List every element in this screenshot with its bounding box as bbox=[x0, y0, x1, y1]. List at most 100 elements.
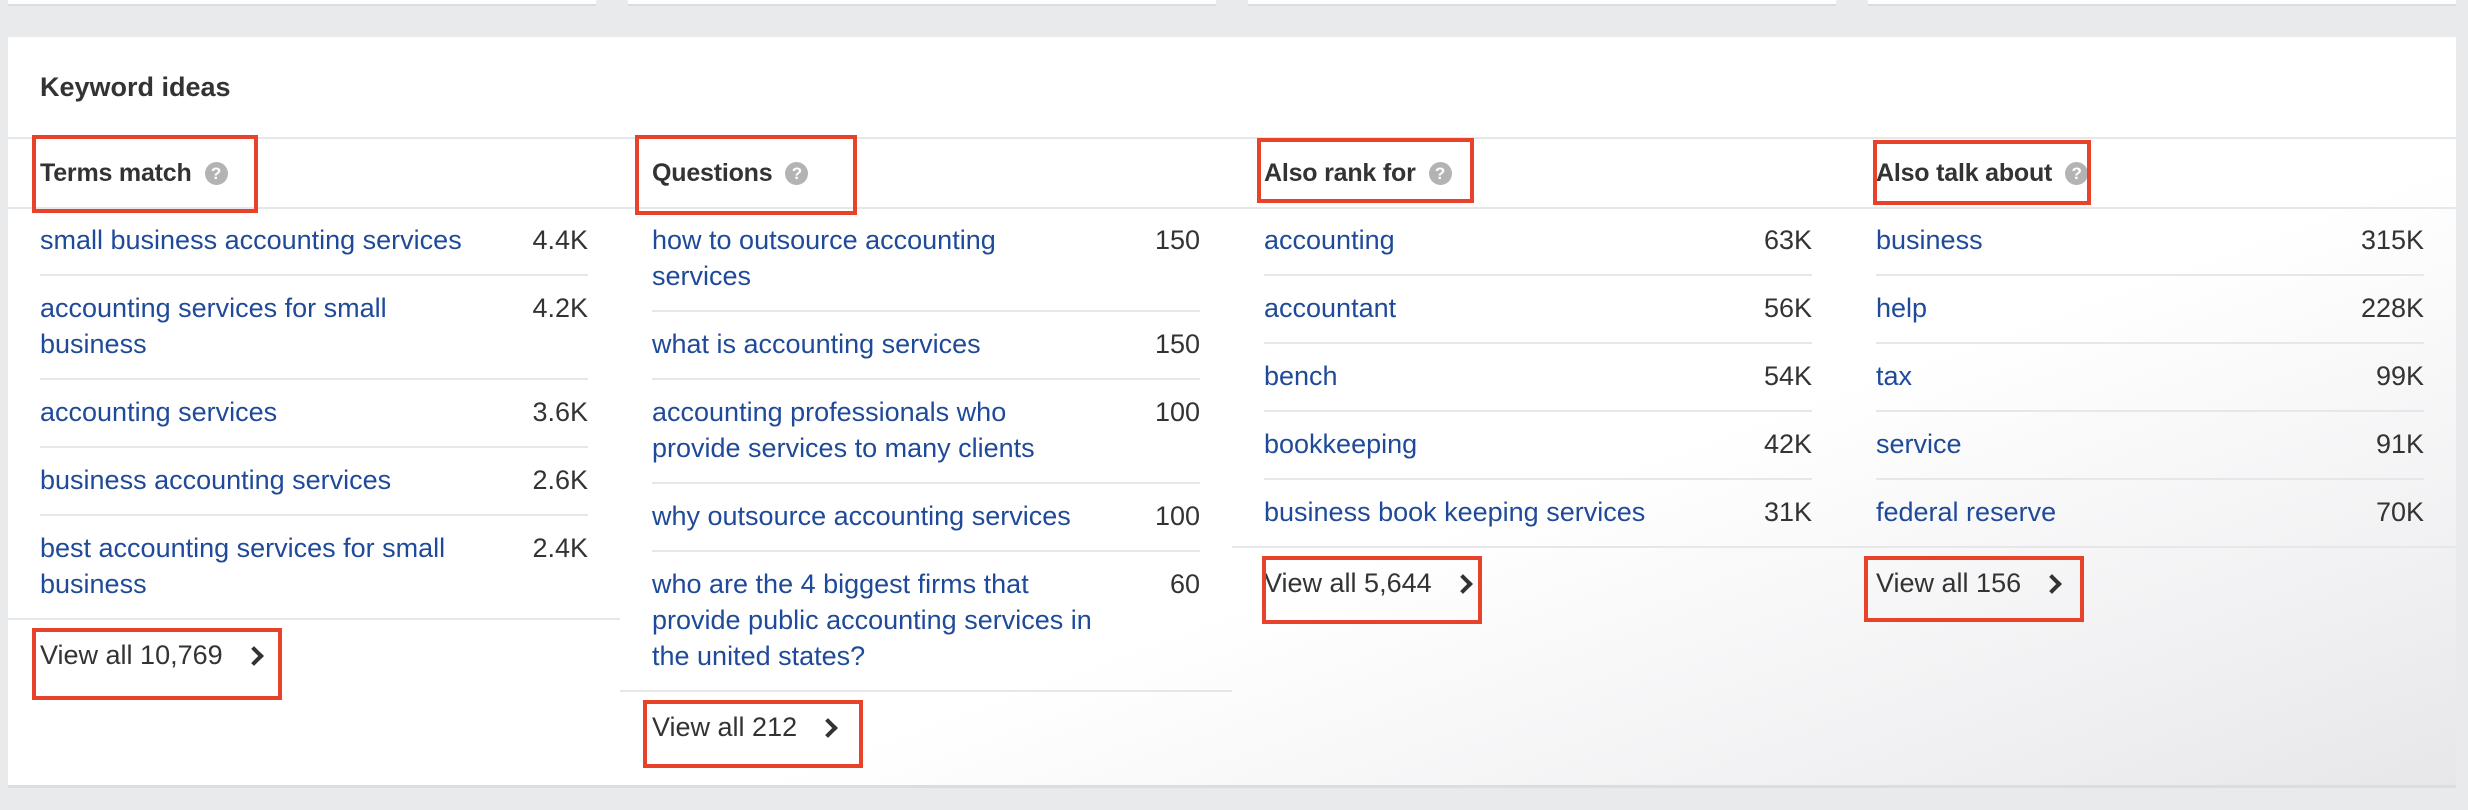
top-card-2 bbox=[628, 0, 1216, 6]
list-item: accounting 63K bbox=[1264, 208, 1812, 276]
keyword-link[interactable]: best accounting services for small busin… bbox=[40, 530, 490, 602]
list-item: tax 99K bbox=[1876, 344, 2424, 412]
volume: 91K bbox=[2375, 429, 2424, 459]
list-item: accounting services 3.6K bbox=[40, 380, 588, 448]
keyword-list: small business accounting services 4.4K a… bbox=[8, 208, 620, 618]
keyword-link[interactable]: accounting professionals who provide ser… bbox=[652, 394, 1092, 466]
volume: 100 bbox=[1154, 397, 1200, 427]
volume: 31K bbox=[1763, 497, 1812, 527]
help-icon[interactable]: ? bbox=[785, 161, 809, 185]
view-all-button[interactable]: View all 156 bbox=[1844, 556, 2084, 622]
column-header: Also rank for ? bbox=[1232, 138, 1844, 208]
volume: 2.6K bbox=[532, 465, 588, 495]
volume: 150 bbox=[1154, 329, 1200, 359]
list-item: bench 54K bbox=[1264, 344, 1812, 412]
column-header: Terms match ? bbox=[8, 135, 620, 213]
column-title[interactable]: Questions bbox=[652, 159, 773, 188]
volume: 228K bbox=[2360, 293, 2424, 323]
list-item: who are the 4 biggest firms that provide… bbox=[652, 552, 1200, 690]
keyword-link[interactable]: help bbox=[1876, 290, 1927, 326]
keyword-link[interactable]: small business accounting services bbox=[40, 222, 462, 258]
keyword-link[interactable]: business book keeping services bbox=[1264, 494, 1645, 530]
keyword-link[interactable]: bookkeeping bbox=[1264, 426, 1417, 462]
list-item: business 315K bbox=[1876, 208, 2424, 276]
volume: 60 bbox=[1169, 569, 1200, 599]
volume: 100 bbox=[1154, 501, 1200, 531]
view-all-button[interactable]: View all 10,769 bbox=[8, 628, 282, 700]
chevron-right-icon bbox=[1452, 573, 1473, 594]
column-header: Questions ? bbox=[620, 135, 1232, 215]
list-item: best accounting services for small busin… bbox=[40, 516, 588, 618]
chevron-right-icon bbox=[243, 645, 264, 666]
list-item: service 91K bbox=[1876, 412, 2424, 480]
help-icon[interactable]: ? bbox=[1428, 161, 1452, 185]
column-also-talk-about: Also talk about ? business 315K help 228K … bbox=[1844, 138, 2456, 786]
volume: 63K bbox=[1763, 225, 1812, 255]
volume: 4.4K bbox=[532, 225, 588, 255]
volume: 56K bbox=[1763, 293, 1812, 323]
chevron-right-icon bbox=[2042, 573, 2063, 594]
keyword-link[interactable]: why outsource accounting services bbox=[652, 498, 1071, 534]
view-all-button[interactable]: View all 212 bbox=[620, 700, 863, 768]
view-all-label: View all 212 bbox=[652, 712, 798, 742]
column-terms-match: Terms match ? small business accounting … bbox=[8, 135, 620, 786]
footer-divider bbox=[8, 618, 620, 620]
list-item: accounting professionals who provide ser… bbox=[652, 380, 1200, 484]
list-item: accounting services for small business 4.… bbox=[40, 276, 588, 380]
footer-divider bbox=[620, 690, 1232, 692]
volume: 3.6K bbox=[532, 397, 588, 427]
keyword-link[interactable]: service bbox=[1876, 426, 1962, 462]
keyword-link[interactable]: what is accounting services bbox=[652, 326, 981, 362]
list-item: accountant 56K bbox=[1264, 276, 1812, 344]
volume: 99K bbox=[2375, 361, 2424, 391]
volume: 315K bbox=[2360, 225, 2424, 255]
keyword-link[interactable]: accountant bbox=[1264, 290, 1396, 326]
keyword-list: accounting 63K accountant 56K bench 54K boo… bbox=[1232, 208, 1844, 546]
view-all-label: View all 156 bbox=[1876, 568, 2022, 598]
keyword-link[interactable]: who are the 4 biggest firms that provide… bbox=[652, 566, 1122, 674]
list-item: bookkeeping 42K bbox=[1264, 412, 1812, 480]
list-item: how to outsource accounting services 150 bbox=[652, 208, 1200, 312]
volume: 54K bbox=[1763, 361, 1812, 391]
panel-title: Keyword ideas bbox=[40, 72, 231, 102]
keyword-list: how to outsource accounting services 150 … bbox=[620, 208, 1232, 690]
volume: 4.2K bbox=[532, 293, 588, 323]
keyword-link[interactable]: tax bbox=[1876, 358, 1912, 394]
column-title[interactable]: Terms match bbox=[40, 159, 192, 188]
footer-divider bbox=[1844, 546, 2456, 548]
help-icon[interactable]: ? bbox=[204, 161, 228, 185]
volume: 70K bbox=[2375, 497, 2424, 527]
help-icon[interactable]: ? bbox=[2065, 161, 2089, 185]
keyword-link[interactable]: accounting services for small business bbox=[40, 290, 440, 362]
view-all-label: View all 10,769 bbox=[40, 640, 223, 670]
volume: 2.4K bbox=[532, 533, 588, 563]
list-item: small business accounting services 4.4K bbox=[40, 208, 588, 276]
top-card-4 bbox=[1868, 0, 2456, 6]
top-card-1 bbox=[8, 0, 596, 6]
footer-divider bbox=[1232, 546, 1844, 548]
volume: 150 bbox=[1154, 225, 1200, 255]
chevron-right-icon bbox=[818, 717, 839, 738]
list-item: business accounting services 2.6K bbox=[40, 448, 588, 516]
list-item: business book keeping services 31K bbox=[1264, 480, 1812, 546]
keyword-link[interactable]: business accounting services bbox=[40, 462, 391, 498]
column-questions: Questions ? how to outsource accounting … bbox=[620, 135, 1232, 786]
top-card-3 bbox=[1248, 0, 1836, 6]
keyword-link[interactable]: how to outsource accounting services bbox=[652, 222, 1052, 294]
list-item: what is accounting services 150 bbox=[652, 312, 1200, 380]
volume: 42K bbox=[1763, 429, 1812, 459]
keyword-link[interactable]: accounting bbox=[1264, 222, 1395, 258]
column-also-rank-for: Also rank for ? accounting 63K accountant… bbox=[1232, 138, 1844, 786]
keyword-link[interactable]: accounting services bbox=[40, 394, 277, 430]
keyword-link[interactable]: bench bbox=[1264, 358, 1338, 394]
column-header: Also talk about ? bbox=[1844, 138, 2456, 208]
keyword-link[interactable]: federal reserve bbox=[1876, 494, 2056, 530]
list-item: help 228K bbox=[1876, 276, 2424, 344]
column-title[interactable]: Also talk about bbox=[1876, 159, 2052, 188]
view-all-button[interactable]: View all 5,644 bbox=[1232, 556, 1482, 624]
list-item: federal reserve 70K bbox=[1876, 480, 2424, 546]
view-all-label: View all 5,644 bbox=[1264, 568, 1432, 598]
list-item: why outsource accounting services 100 bbox=[652, 484, 1200, 552]
column-title[interactable]: Also rank for bbox=[1264, 159, 1416, 188]
keyword-link[interactable]: business bbox=[1876, 222, 1983, 258]
